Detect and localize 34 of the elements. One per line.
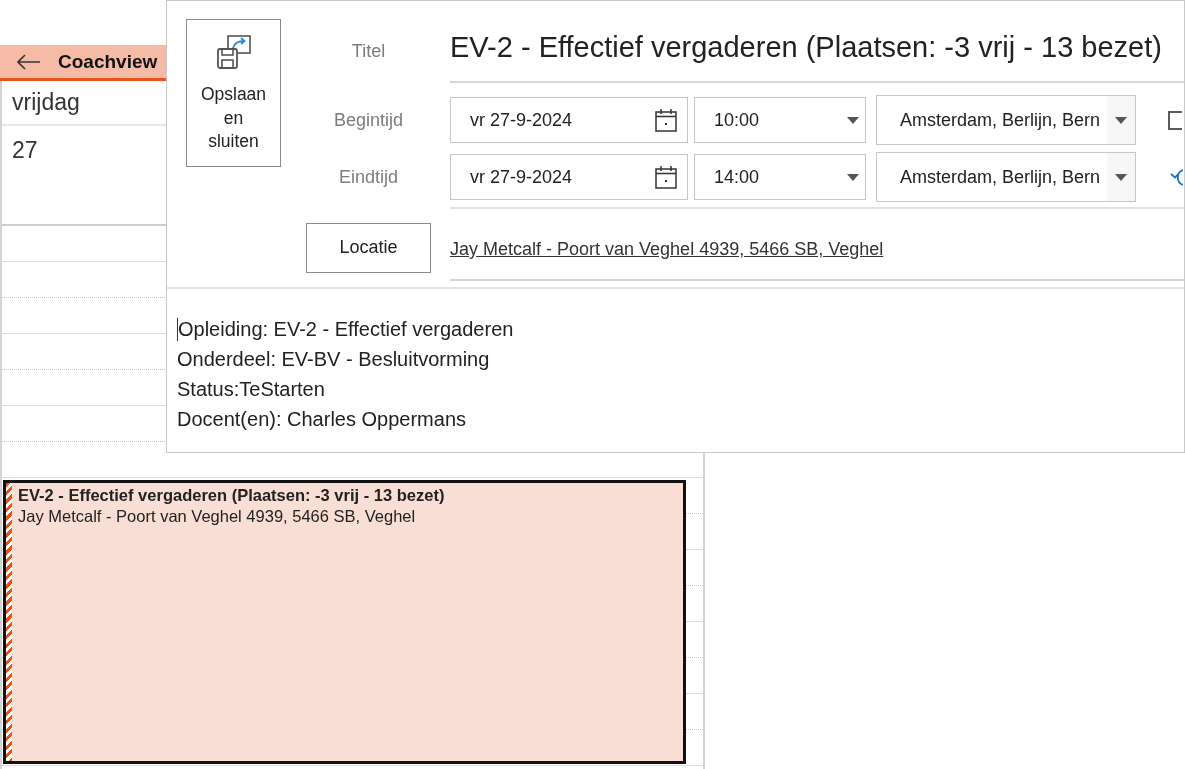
date-field[interactable]: vr 27-9-2024: [450, 154, 688, 200]
back-arrow-icon[interactable]: [17, 53, 41, 70]
field-label: Titel: [350, 40, 387, 62]
body-text-line: Docent(en): Charles Oppermans: [177, 407, 466, 431]
caret-icon: [847, 116, 859, 124]
checkbox[interactable]: [1168, 110, 1182, 130]
calendar-icon[interactable]: [655, 165, 677, 189]
body-text-line: Status:TeStarten: [177, 377, 325, 401]
title-field[interactable]: EV-2 - Effectief vergaderen (Plaatsen: -3 vrij - 13 bezet): [450, 19, 1184, 83]
caret-icon: [1115, 173, 1127, 181]
location-button[interactable]: Locatie: [306, 222, 431, 273]
day-number: 27: [12, 137, 38, 163]
caret-icon: [847, 173, 859, 181]
body-text-line: Opleiding: EV-2 - Effectief vergaderen: [178, 317, 514, 341]
refresh-icon[interactable]: [1168, 167, 1183, 187]
date-field[interactable]: vr 27-9-2024: [450, 97, 688, 143]
caret-icon: [1115, 116, 1127, 124]
time-dropdown[interactable]: 14:00: [694, 154, 866, 200]
save-icon: [215, 34, 252, 70]
calendar-title: Coachview: [58, 50, 158, 73]
field-label: Eindtijd: [337, 166, 399, 188]
day-name: vrijdag: [12, 89, 80, 116]
time-dropdown[interactable]: 10:00: [694, 97, 866, 143]
appointment-location: Jay Metcalf - Poort van Veghel 4939, 5466 SB, Veghel: [18, 506, 417, 527]
body-text-line: Onderdeel: EV-BV - Besluitvorming: [177, 347, 490, 371]
save-button[interactable]: Opslaan en sluiten: [186, 19, 281, 167]
calendar-icon[interactable]: [655, 108, 677, 132]
appointment-title: EV-2 - Effectief vergaderen (Plaatsen: -3 vrij - 13 bezet): [18, 485, 445, 506]
appointment-block[interactable]: EV-2 - Effectief vergaderen (Plaatsen: -3 vrij - 13 bezet) Jay Metcalf - Poort van Veghel 4939, 5466 SB, Veghel: [3, 480, 686, 764]
field-label: Begintijd: [332, 109, 404, 131]
location-link[interactable]: Jay Metcalf - Poort van Veghel 4939, 5466 SB, Veghel: [450, 239, 884, 260]
timezone-dropdown[interactable]: Amsterdam, Berlijn, Bern: [876, 152, 1136, 202]
timezone-dropdown[interactable]: Amsterdam, Berlijn, Bern: [876, 95, 1136, 145]
text-cursor-icon: [177, 317, 178, 341]
